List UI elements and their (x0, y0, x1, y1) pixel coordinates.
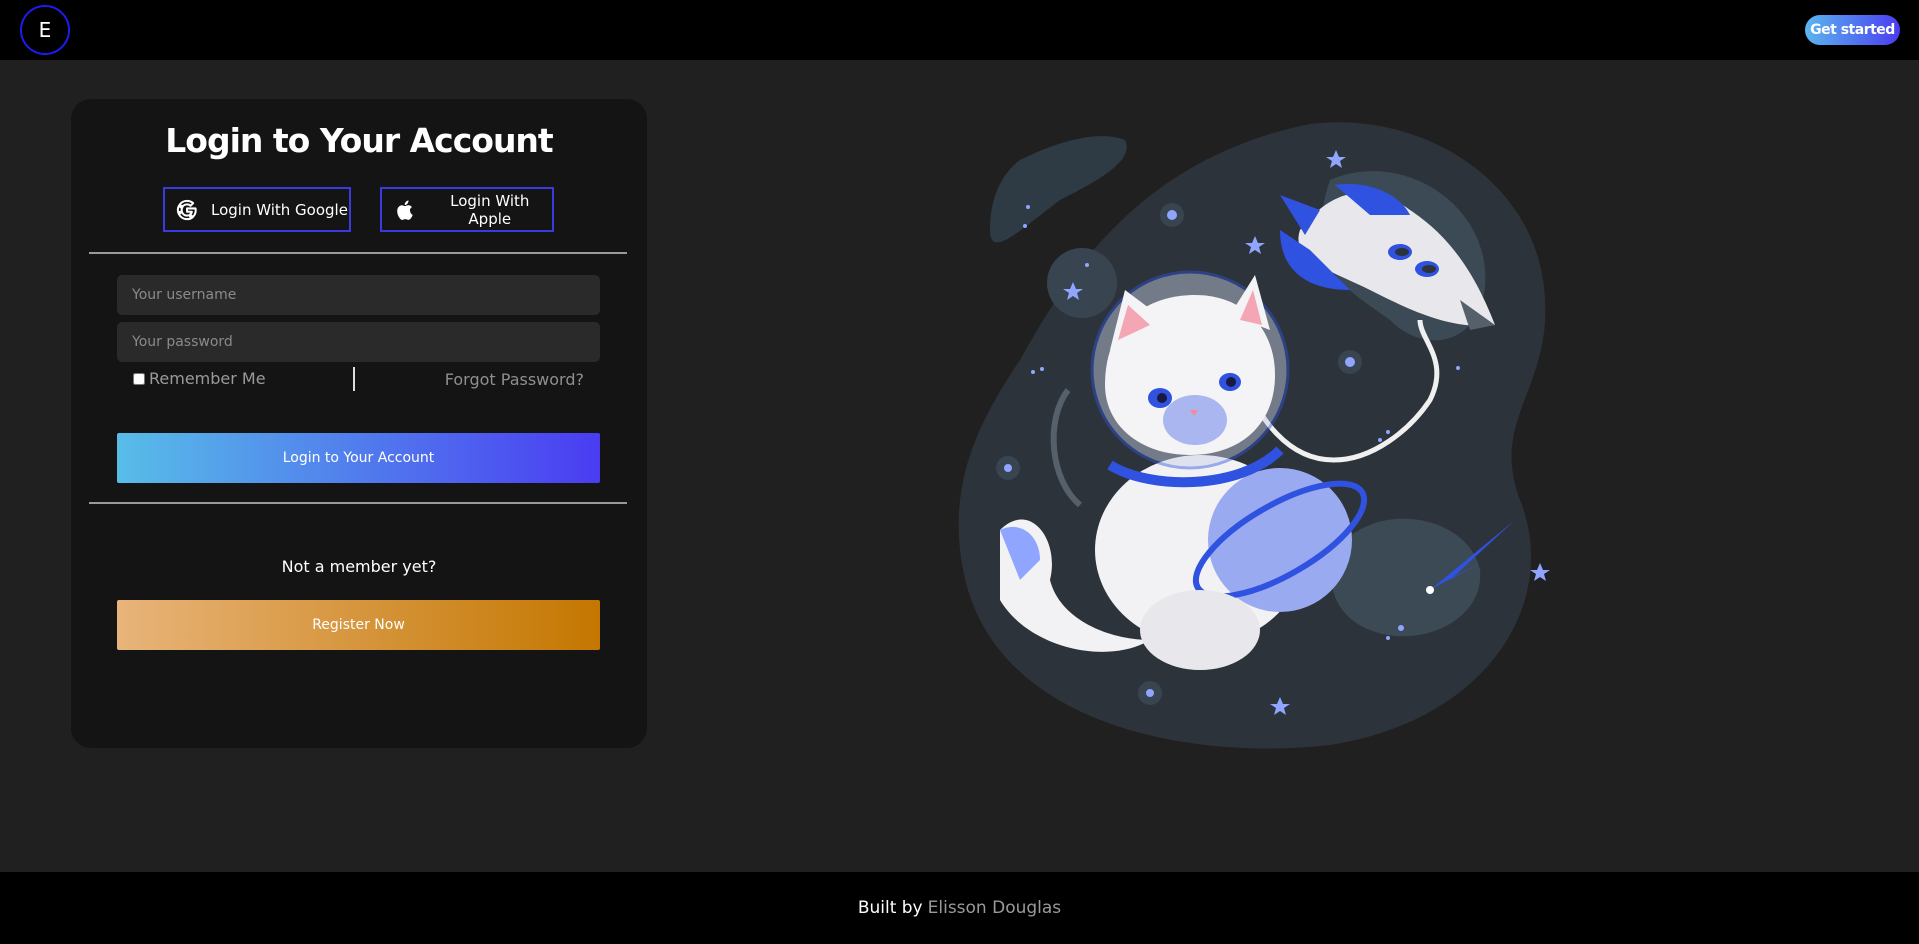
footer-author-link[interactable]: Elisson Douglas (928, 898, 1062, 918)
get-started-button[interactable]: Get started (1805, 15, 1900, 45)
divider-bottom (89, 502, 627, 504)
remember-me-label: Remember Me (149, 369, 266, 388)
remember-me[interactable]: Remember Me (133, 369, 266, 388)
remember-me-checkbox[interactable] (133, 372, 145, 385)
username-input[interactable] (117, 275, 600, 315)
logo[interactable]: E (20, 5, 70, 55)
divider-top (89, 252, 627, 254)
register-button[interactable]: Register Now (117, 600, 600, 650)
google-icon (175, 198, 199, 222)
footer-built-by: Built by (857, 898, 923, 918)
login-card: Login to Your Account Login With Google … (71, 99, 647, 748)
google-login-label: Login With Google (211, 200, 348, 219)
footer: Built by Elisson Douglas (0, 872, 1919, 944)
remember-forgot-separator (353, 367, 355, 391)
forgot-password-link[interactable]: Forgot Password? (445, 370, 584, 389)
apple-login-label: Login With Apple (450, 191, 530, 228)
logo-letter: E (38, 18, 52, 42)
password-input[interactable] (117, 322, 600, 362)
astronaut-cat-illustration (958, 122, 1550, 749)
login-submit-button[interactable]: Login to Your Account (117, 433, 600, 483)
not-member-text: Not a member yet? (281, 557, 437, 576)
top-navbar: E Get started (0, 0, 1919, 60)
google-login-button[interactable]: Login With Google (163, 187, 351, 232)
login-title: Login to Your Account (165, 121, 553, 160)
apple-login-button[interactable]: Login With Apple (380, 187, 554, 232)
apple-icon (392, 198, 416, 222)
